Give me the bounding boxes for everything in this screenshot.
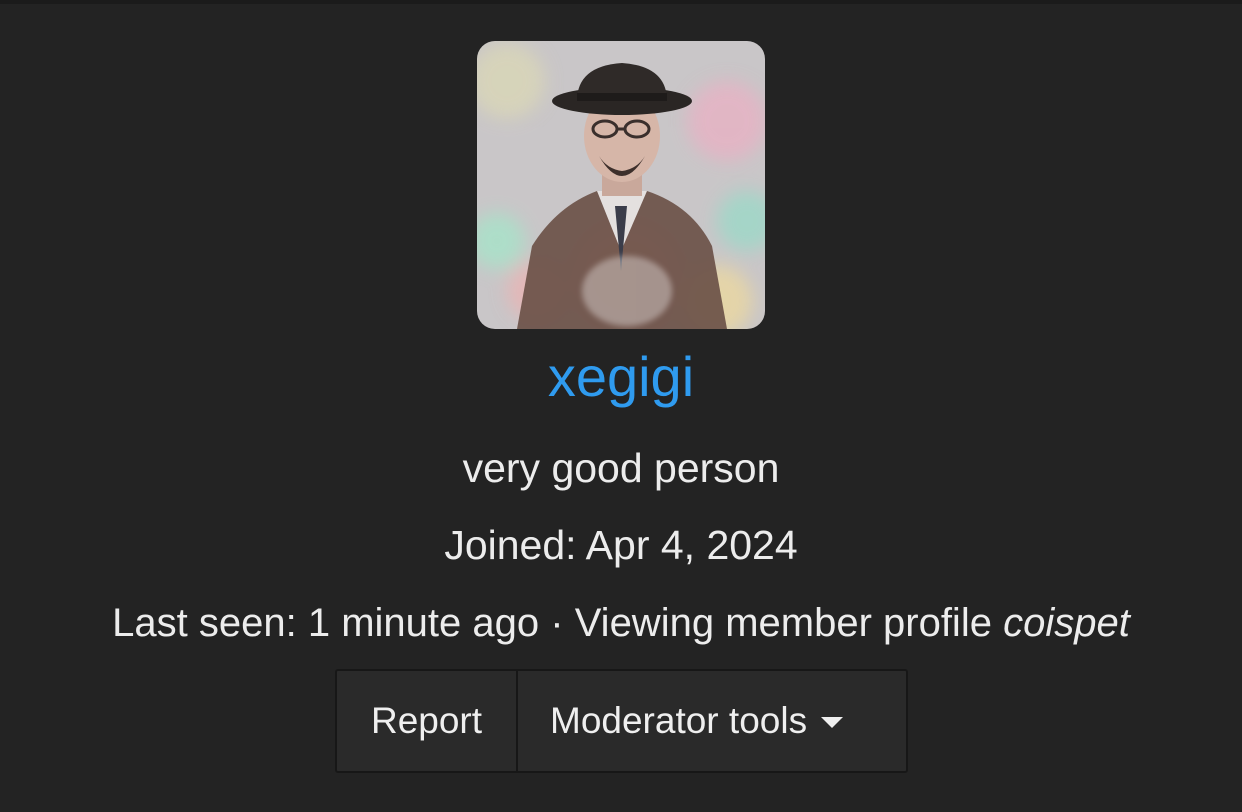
moderator-tools-label: Moderator tools bbox=[550, 700, 808, 741]
joined-label: Joined: bbox=[444, 522, 577, 568]
avatar[interactable] bbox=[477, 41, 765, 329]
profile-actions: Report Moderator tools bbox=[335, 669, 908, 773]
user-tagline: very good person bbox=[462, 445, 780, 491]
last-seen-label: Last seen: bbox=[112, 601, 297, 645]
separator: · bbox=[550, 601, 564, 645]
last-seen-value: 1 minute ago bbox=[307, 601, 540, 645]
username-link[interactable]: xegigi bbox=[0, 342, 1242, 412]
moderator-tools-button[interactable]: Moderator tools bbox=[518, 671, 906, 771]
member-profile-card: xegigi very good person Joined: Apr 4, 2… bbox=[0, 0, 1242, 812]
report-label: Report bbox=[370, 700, 483, 741]
activity-text: Viewing member profile bbox=[574, 601, 992, 645]
joined-info: Joined: Apr 4, 2024 bbox=[0, 520, 1242, 570]
activity-target: coispet bbox=[1003, 601, 1130, 645]
joined-date: Apr 4, 2024 bbox=[585, 522, 798, 568]
last-seen-info: Last seen: 1 minute ago · Viewing member… bbox=[0, 598, 1242, 648]
report-button[interactable]: Report bbox=[337, 671, 518, 771]
caret-down-icon bbox=[821, 716, 844, 728]
avatar-image bbox=[477, 41, 765, 329]
